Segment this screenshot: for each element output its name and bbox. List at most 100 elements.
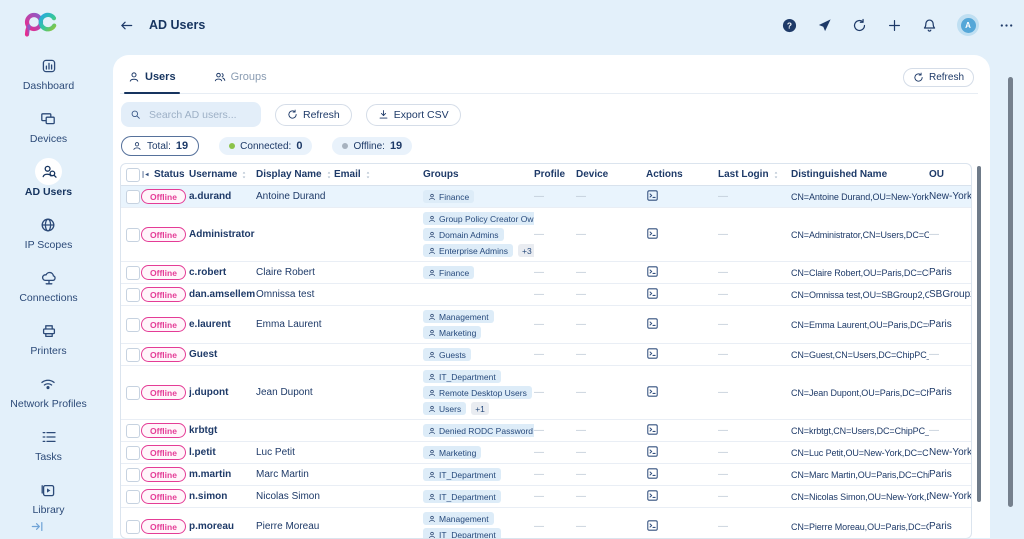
table-row[interactable]: Offlinedan.amsellemOmnissa test———CN=Omn… bbox=[121, 284, 971, 306]
console-icon[interactable] bbox=[646, 227, 659, 240]
row-checkbox[interactable] bbox=[126, 446, 140, 460]
table-row[interactable]: Offlinel.petitLuc PetitMarketing———CN=Lu… bbox=[121, 442, 971, 464]
search-box[interactable] bbox=[121, 102, 261, 127]
panel-refresh-button[interactable]: Refresh bbox=[903, 68, 974, 87]
plane-icon[interactable] bbox=[817, 18, 832, 33]
sidebar-item-network-profiles[interactable]: Network Profiles bbox=[10, 370, 86, 410]
row-checkbox[interactable] bbox=[126, 424, 140, 438]
row-checkbox[interactable] bbox=[126, 490, 140, 504]
row-checkbox[interactable] bbox=[126, 266, 140, 280]
export-csv-button[interactable]: Export CSV bbox=[366, 104, 461, 126]
console-icon[interactable] bbox=[646, 489, 659, 502]
row-checkbox[interactable] bbox=[126, 386, 140, 400]
group-chip[interactable]: Marketing bbox=[423, 446, 481, 459]
total-badge[interactable]: Total: 19 bbox=[121, 136, 199, 156]
column-header-display-name[interactable]: Display Name bbox=[256, 169, 334, 180]
group-line: IT_Department bbox=[423, 490, 501, 503]
group-chip[interactable]: Domain Admins bbox=[423, 228, 504, 241]
sidebar-item-connections[interactable]: Connections bbox=[19, 264, 77, 304]
sort-icon[interactable] bbox=[772, 170, 780, 180]
row-checkbox[interactable] bbox=[126, 318, 140, 332]
user-icon bbox=[428, 515, 436, 523]
column-header-email[interactable]: Email bbox=[334, 169, 423, 180]
table-row[interactable]: Offlinem.martinMarc MartinIT_Department—… bbox=[121, 464, 971, 486]
tab-users[interactable]: Users bbox=[124, 71, 180, 93]
table-row[interactable]: OfflineGuestGuests———CN=Guest,CN=Users,D… bbox=[121, 344, 971, 366]
column-header-status[interactable]: Status bbox=[141, 169, 189, 180]
table-row[interactable]: Offlinep.moreauPierre MoreauManagementIT… bbox=[121, 508, 971, 539]
avatar[interactable]: A bbox=[957, 14, 979, 36]
sidebar-item-printers[interactable]: Printers bbox=[30, 317, 66, 357]
sidebar-item-devices[interactable]: Devices bbox=[30, 105, 67, 145]
group-chip[interactable]: IT_Department bbox=[423, 490, 501, 503]
table-row[interactable]: Offlinec.robertClaire RobertFinance———CN… bbox=[121, 262, 971, 284]
main-panel: Users Groups Refresh Refresh Export CSV T… bbox=[113, 55, 990, 538]
refresh-button[interactable]: Refresh bbox=[275, 104, 352, 126]
group-chip[interactable]: Denied RODC Password Replic bbox=[423, 424, 534, 437]
table-row[interactable]: Offlinej.dupontJean DupontIT_DepartmentR… bbox=[121, 366, 971, 420]
group-chip[interactable]: Management bbox=[423, 310, 494, 323]
device-cell: — bbox=[576, 229, 646, 240]
table-row[interactable]: Offlinen.simonNicolas SimonIT_Department… bbox=[121, 486, 971, 508]
pin-column-icon[interactable] bbox=[141, 170, 150, 179]
console-icon[interactable] bbox=[646, 189, 659, 202]
row-checkbox[interactable] bbox=[126, 520, 140, 534]
console-icon[interactable] bbox=[646, 519, 659, 532]
group-chip[interactable]: Remote Desktop Users bbox=[423, 386, 532, 399]
group-chip[interactable]: Finance bbox=[423, 266, 474, 279]
table-row[interactable]: Offlinee.laurentEmma LaurentManagementMa… bbox=[121, 306, 971, 344]
row-checkbox[interactable] bbox=[126, 228, 140, 242]
connected-badge[interactable]: Connected: 0 bbox=[219, 137, 312, 155]
group-chip[interactable]: Group Policy Creator Owners bbox=[423, 212, 534, 225]
console-icon[interactable] bbox=[646, 287, 659, 300]
group-chip[interactable]: Marketing bbox=[423, 326, 481, 339]
console-icon[interactable] bbox=[646, 385, 659, 398]
table-row[interactable]: Offlinea.durandAntoine DurandFinance———C… bbox=[121, 186, 971, 208]
collapse-sidebar-icon[interactable] bbox=[30, 519, 45, 534]
row-checkbox[interactable] bbox=[126, 348, 140, 362]
column-header-last-login[interactable]: Last Login bbox=[718, 169, 791, 180]
plus-icon[interactable] bbox=[887, 18, 902, 33]
column-header-username[interactable]: Username bbox=[189, 169, 256, 180]
select-all-checkbox[interactable] bbox=[126, 168, 140, 182]
group-chip[interactable]: IT_Department bbox=[423, 370, 501, 383]
group-chip[interactable]: Management bbox=[423, 512, 494, 525]
sidebar-item-library[interactable]: Library bbox=[32, 476, 64, 516]
sort-icon[interactable] bbox=[240, 170, 248, 180]
group-chip[interactable]: IT_Department bbox=[423, 468, 501, 481]
more-groups-chip[interactable]: +3 bbox=[518, 244, 534, 257]
sidebar-item-ip-scopes[interactable]: IP Scopes bbox=[25, 211, 73, 251]
row-checkbox[interactable] bbox=[126, 288, 140, 302]
row-checkbox[interactable] bbox=[126, 190, 140, 204]
sidebar-item-ad-users[interactable]: AD Users bbox=[25, 158, 72, 198]
console-icon[interactable] bbox=[646, 423, 659, 436]
tab-groups[interactable]: Groups bbox=[210, 71, 271, 93]
bell-icon[interactable] bbox=[922, 18, 937, 33]
table-scrollbar[interactable] bbox=[977, 166, 981, 502]
table-row[interactable]: OfflinekrbtgtDenied RODC Password Replic… bbox=[121, 420, 971, 442]
console-icon[interactable] bbox=[646, 347, 659, 360]
console-icon[interactable] bbox=[646, 445, 659, 458]
group-chip[interactable]: Finance bbox=[423, 190, 474, 203]
group-chip[interactable]: IT_Department bbox=[423, 528, 501, 539]
sort-icon[interactable] bbox=[364, 170, 372, 180]
group-chip[interactable]: Guests bbox=[423, 348, 471, 361]
search-input[interactable] bbox=[147, 108, 252, 122]
console-icon[interactable] bbox=[646, 265, 659, 278]
refresh-icon[interactable] bbox=[852, 18, 867, 33]
sort-icon[interactable] bbox=[325, 170, 333, 180]
console-icon[interactable] bbox=[646, 467, 659, 480]
more-icon[interactable] bbox=[999, 18, 1014, 33]
group-chip[interactable]: Enterprise Admins bbox=[423, 244, 513, 257]
help-icon[interactable]: ? bbox=[782, 18, 797, 33]
group-chip[interactable]: Users bbox=[423, 402, 466, 415]
table-row[interactable]: OfflineAdministratorGroup Policy Creator… bbox=[121, 208, 971, 262]
row-checkbox[interactable] bbox=[126, 468, 140, 482]
sidebar-item-tasks[interactable]: Tasks bbox=[35, 423, 62, 463]
console-icon[interactable] bbox=[646, 317, 659, 330]
back-button[interactable] bbox=[119, 18, 134, 33]
page-scrollbar[interactable] bbox=[1008, 77, 1013, 507]
sidebar-item-dashboard[interactable]: Dashboard bbox=[23, 52, 74, 92]
more-groups-chip[interactable]: +1 bbox=[471, 402, 489, 415]
offline-badge[interactable]: Offline: 19 bbox=[332, 137, 412, 155]
